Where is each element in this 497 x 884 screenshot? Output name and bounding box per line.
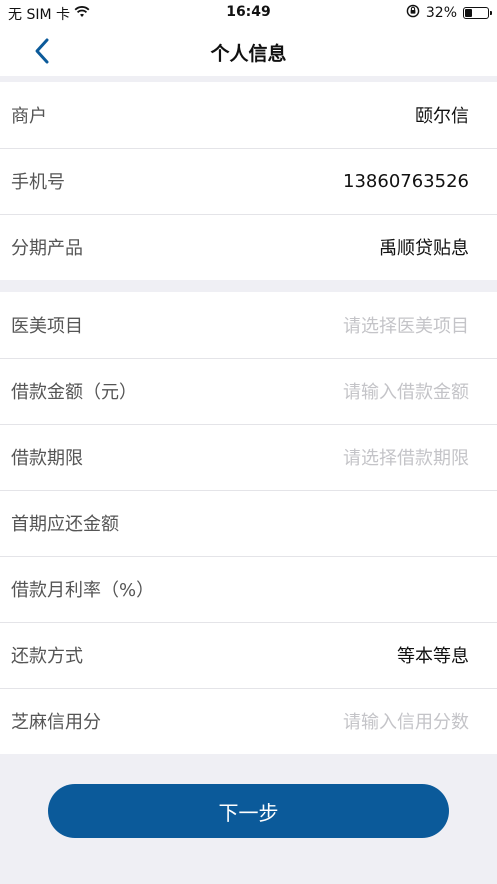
- credit-score-input[interactable]: 请输入信用分数: [343, 708, 469, 734]
- credit-score-row[interactable]: 芝麻信用分 请输入信用分数: [0, 688, 497, 754]
- rotation-lock-icon: [406, 4, 420, 22]
- row-label: 商户: [11, 106, 47, 127]
- section-gap: [0, 280, 497, 292]
- battery-percent: 32%: [425, 5, 457, 21]
- loan-term-select[interactable]: 请选择借款期限: [343, 444, 469, 470]
- battery-icon: [463, 7, 492, 19]
- installment-product-row: 分期产品 禹顺贷贴息: [0, 214, 497, 280]
- loan-info-group: 医美项目 请选择医美项目 借款金额（元） 请输入借款金额 借款期限 请选择借款期…: [0, 292, 497, 754]
- merchant-row: 商户 颐尔信: [0, 82, 497, 148]
- row-label: 还款方式: [11, 646, 83, 667]
- row-label: 芝麻信用分: [11, 712, 101, 733]
- row-value: 颐尔信: [415, 106, 469, 127]
- medical-project-row[interactable]: 医美项目 请选择医美项目: [0, 292, 497, 358]
- row-label: 医美项目: [11, 316, 83, 337]
- status-right: 32%: [406, 4, 492, 22]
- battery-level-fill: [465, 9, 472, 17]
- phone-row: 手机号 13860763526: [0, 148, 497, 214]
- repayment-method-value: 等本等息: [397, 646, 469, 667]
- merchant-info-group: 商户 颐尔信 手机号 13860763526 分期产品 禹顺贷贴息: [0, 82, 497, 280]
- row-label: 手机号: [11, 172, 65, 193]
- row-label: 分期产品: [11, 238, 83, 259]
- status-bar: 无 SIM 卡 16:49 32%: [0, 0, 497, 26]
- medical-project-select[interactable]: 请选择医美项目: [343, 312, 469, 338]
- loan-term-row[interactable]: 借款期限 请选择借款期限: [0, 424, 497, 490]
- row-label: 首期应还金额: [11, 514, 119, 535]
- footer: 下一步: [0, 754, 497, 884]
- row-label: 借款月利率（%）: [11, 580, 155, 601]
- first-payment-row: 首期应还金额: [0, 490, 497, 556]
- loan-amount-input[interactable]: 请输入借款金额: [343, 378, 469, 404]
- row-value: 禹顺贷贴息: [379, 238, 469, 259]
- next-step-button[interactable]: 下一步: [48, 784, 449, 838]
- nav-bar: 个人信息: [0, 26, 497, 76]
- loan-amount-row[interactable]: 借款金额（元） 请输入借款金额: [0, 358, 497, 424]
- monthly-rate-row: 借款月利率（%）: [0, 556, 497, 622]
- repayment-method-row: 还款方式 等本等息: [0, 622, 497, 688]
- row-value: 13860763526: [343, 170, 469, 192]
- row-label: 借款期限: [11, 448, 83, 469]
- page-title: 个人信息: [210, 43, 287, 65]
- row-label: 借款金额（元）: [11, 382, 137, 403]
